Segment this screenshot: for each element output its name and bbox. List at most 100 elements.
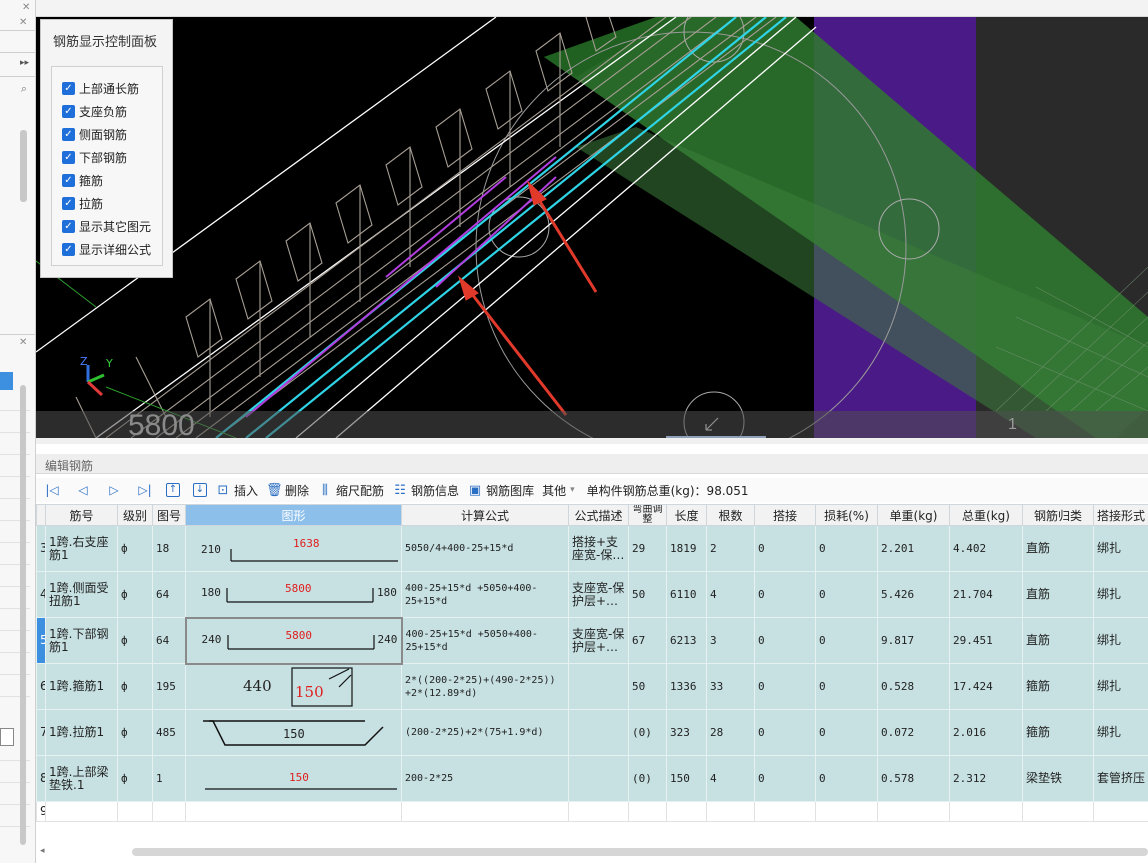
cell-count[interactable]: 3 [706, 617, 755, 664]
empty-cell[interactable] [1093, 801, 1148, 822]
cell-count[interactable]: 28 [706, 709, 755, 756]
cell-class[interactable]: 箍筋 [1022, 663, 1094, 710]
cell-description[interactable] [568, 755, 629, 802]
empty-cell[interactable] [666, 801, 707, 822]
cell-grade[interactable]: ф [117, 755, 153, 802]
cell-lap-type[interactable]: 绑扎 [1093, 709, 1148, 756]
cell-length[interactable]: 1336 [666, 663, 707, 710]
cell-total-weight[interactable]: 17.424 [949, 663, 1023, 710]
cell-lap-type[interactable]: 绑扎 [1093, 663, 1148, 710]
cell-lap[interactable]: 0 [754, 617, 816, 664]
move-down-icon[interactable]: ↓ [193, 483, 207, 497]
cell-class[interactable]: 直筋 [1022, 525, 1094, 572]
table-row[interactable]: 4 1跨.侧面受扭筋1 ф 64 180 5800 180 [36, 571, 1148, 618]
cell-description[interactable] [568, 663, 629, 710]
cell-count[interactable]: 4 [706, 755, 755, 802]
cell-shape[interactable]: 150 [185, 755, 402, 802]
cell-shape[interactable]: 150 [185, 709, 402, 756]
cell-loss[interactable]: 0 [815, 755, 878, 802]
cell-shape[interactable]: 180 5800 180 [185, 571, 402, 618]
cell-class[interactable]: 直筋 [1022, 571, 1094, 618]
column-header[interactable]: 根数 [706, 504, 755, 526]
other-dropdown[interactable]: 其他 ▾ [542, 479, 575, 501]
empty-cell[interactable] [1022, 801, 1094, 822]
empty-cell[interactable] [401, 801, 569, 822]
cell-length[interactable]: 150 [666, 755, 707, 802]
cell-bend[interactable]: 29 [628, 525, 667, 572]
table-row[interactable]: 7 1跨.拉筋1 ф 485 150 (200-2*25)+2*(75+1.9*… [36, 709, 1148, 756]
cell-length[interactable]: 1819 [666, 525, 707, 572]
option-show-detailed-formula[interactable]: ✓ 显示详细公式 [62, 240, 151, 258]
cell-count[interactable]: 2 [706, 525, 755, 572]
cell-figure-no[interactable]: 18 [152, 525, 186, 572]
cell-lap[interactable]: 0 [754, 571, 816, 618]
empty-cell[interactable] [877, 801, 950, 822]
checkbox-checked-icon[interactable]: ✓ [62, 81, 75, 95]
checkbox-checked-icon[interactable]: ✓ [62, 219, 75, 233]
selected-row-marker[interactable] [0, 372, 13, 390]
checkbox-checked-icon[interactable]: ✓ [62, 196, 75, 210]
prev-record-icon[interactable]: ◁ [73, 483, 93, 497]
cell-formula[interactable]: (200-2*25)+2*(75+1.9*d) [401, 709, 569, 756]
cell-lap[interactable]: 0 [754, 755, 816, 802]
cell-lap-type[interactable]: 绑扎 [1093, 525, 1148, 572]
cell-loss[interactable]: 0 [815, 709, 878, 756]
next-record-icon[interactable]: ▷ [104, 483, 124, 497]
cell-description[interactable] [568, 709, 629, 756]
cell-rebar-name[interactable]: 1跨.侧面受扭筋1 [45, 571, 118, 618]
close-icon[interactable]: ✕ [19, 338, 29, 348]
3d-viewport[interactable]: Z Y 5800 1 [36, 17, 1148, 438]
cell-figure-no[interactable]: 64 [152, 617, 186, 664]
empty-cell[interactable] [815, 801, 878, 822]
table-row[interactable]: 3 1跨.右支座筋1 ф 18 210 1638 5050/4+400-25+1… [36, 525, 1148, 572]
cell-bend[interactable]: (0) [628, 755, 667, 802]
cell-unit-weight[interactable]: 0.528 [877, 663, 950, 710]
cell-grade[interactable]: ф [117, 709, 153, 756]
option-tie-bar[interactable]: ✓ 拉筋 [62, 194, 103, 212]
cell-figure-no[interactable]: 64 [152, 571, 186, 618]
column-header[interactable]: 搭接形式 [1093, 504, 1148, 526]
cell-rebar-name[interactable]: 1跨.右支座筋1 [45, 525, 118, 572]
cell-loss[interactable]: 0 [815, 617, 878, 664]
cell-loss[interactable]: 0 [815, 525, 878, 572]
empty-cell[interactable] [754, 801, 816, 822]
table-row-empty[interactable]: 9 [36, 801, 1148, 822]
close-icon[interactable]: ✕ [19, 18, 29, 28]
rebar-info-button[interactable]: ☷ 钢筋信息 [392, 479, 459, 501]
cell-length[interactable]: 6110 [666, 571, 707, 618]
empty-cell[interactable] [568, 801, 629, 822]
horizontal-scrollbar[interactable] [132, 848, 1148, 856]
cell-total-weight[interactable]: 4.402 [949, 525, 1023, 572]
cell-loss[interactable]: 0 [815, 571, 878, 618]
cell-figure-no[interactable]: 1 [152, 755, 186, 802]
cell-formula[interactable]: 5050/4+400-25+15*d [401, 525, 569, 572]
column-header[interactable]: 单重(kg) [877, 504, 950, 526]
cell-bend[interactable]: 50 [628, 571, 667, 618]
left-scrollbar[interactable] [20, 385, 26, 845]
cell-total-weight[interactable]: 2.312 [949, 755, 1023, 802]
cell-formula[interactable]: 400-25+15*d +5050+400-25+15*d [401, 571, 569, 618]
column-header[interactable]: 公式描述 [568, 504, 629, 526]
option-top-through-bar[interactable]: ✓ 上部通长筋 [62, 79, 139, 97]
cell-lap-type[interactable]: 套管挤压 [1093, 755, 1148, 802]
expand-icon[interactable]: ▸▸ [20, 58, 29, 68]
checkbox-checked-icon[interactable]: ✓ [62, 127, 75, 141]
cell-bend[interactable]: 50 [628, 663, 667, 710]
cell-shape[interactable]: 440 150 [185, 663, 402, 710]
cell-description[interactable]: 支座宽-保护层+… [568, 571, 629, 618]
checkbox-checked-icon[interactable]: ✓ [62, 242, 75, 256]
cell-total-weight[interactable]: 29.451 [949, 617, 1023, 664]
column-header[interactable]: 搭接 [754, 504, 816, 526]
cell-rebar-name[interactable]: 1跨.箍筋1 [45, 663, 118, 710]
cell-formula[interactable]: 200-2*25 [401, 755, 569, 802]
column-header[interactable]: 钢筋归类 [1022, 504, 1094, 526]
empty-cell[interactable] [152, 801, 186, 822]
cell-length[interactable]: 6213 [666, 617, 707, 664]
checkbox-checked-icon[interactable]: ✓ [62, 150, 75, 164]
column-header[interactable]: 长度 [666, 504, 707, 526]
rebar-library-button[interactable]: ▣ 钢筋图库 [467, 479, 534, 501]
column-header[interactable]: 弯曲调整 [628, 504, 667, 526]
cell-loss[interactable]: 0 [815, 663, 878, 710]
cell-rebar-name[interactable]: 1跨.下部钢筋1 [45, 617, 118, 664]
last-record-icon[interactable]: ▷| [135, 483, 155, 497]
